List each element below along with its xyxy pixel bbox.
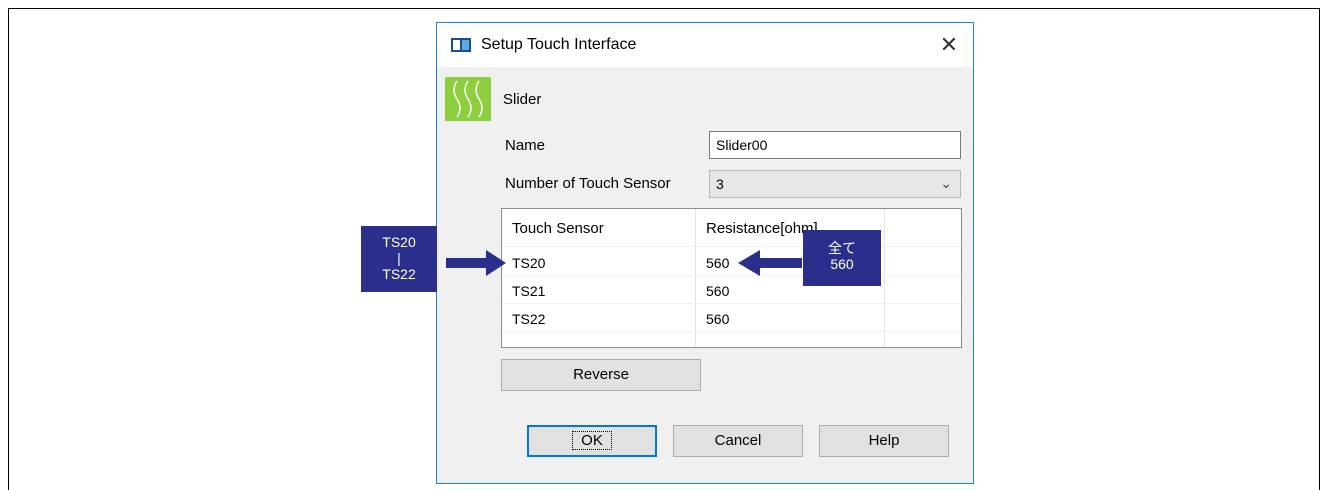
callout-line: TS22 <box>382 266 416 282</box>
right-arrow-icon <box>446 250 506 276</box>
sensor-table: Touch Sensor Resistance[ohm] TS20 560 TS… <box>501 208 962 348</box>
left-arrow-icon <box>738 250 802 276</box>
table-cell-resistance[interactable]: 560 <box>706 255 729 271</box>
help-button[interactable]: Help <box>819 425 949 457</box>
row-divider <box>502 331 961 332</box>
name-label: Name <box>505 137 546 154</box>
table-cell-sensor[interactable]: TS21 <box>512 283 545 299</box>
column-divider <box>695 209 696 347</box>
column-header-sensor[interactable]: Touch Sensor <box>512 220 604 237</box>
app-window-icon <box>451 38 471 52</box>
row-divider <box>502 303 961 304</box>
title-bar: Setup Touch Interface ✕ <box>437 23 973 67</box>
table-cell-sensor[interactable]: TS20 <box>512 255 545 271</box>
table-cell-resistance[interactable]: 560 <box>706 311 729 327</box>
setup-touch-dialog: Setup Touch Interface ✕ Slider Name Numb… <box>436 22 974 484</box>
cancel-button[interactable]: Cancel <box>673 425 803 457</box>
column-header-resistance[interactable]: Resistance[ohm] <box>706 220 818 237</box>
table-cell-sensor[interactable]: TS22 <box>512 311 545 327</box>
chevron-down-icon: ⌄ <box>940 175 952 191</box>
name-input[interactable] <box>709 131 961 159</box>
row-divider <box>502 246 961 247</box>
sensor-count-label: Number of Touch Sensor <box>505 175 671 192</box>
sensor-count-value: 3 <box>716 176 724 192</box>
table-cell-resistance[interactable]: 560 <box>706 283 729 299</box>
close-icon[interactable]: ✕ <box>931 27 967 63</box>
ok-button[interactable]: OK <box>527 425 657 457</box>
sensor-count-select[interactable]: 3 ⌄ <box>709 170 961 198</box>
slider-icon <box>445 77 491 121</box>
dialog-title: Setup Touch Interface <box>481 36 637 53</box>
reverse-button[interactable]: Reverse <box>501 359 701 391</box>
ok-button-label: OK <box>572 431 612 450</box>
value-callout: 全て 560 <box>803 230 881 286</box>
interface-type-label: Slider <box>503 91 542 108</box>
range-callout: TS20 | TS22 <box>361 226 437 292</box>
row-divider <box>502 275 961 276</box>
callout-line: 560 <box>830 256 854 272</box>
callout-line: TS20 <box>382 234 416 250</box>
callout-line: | <box>397 250 401 266</box>
callout-line: 全て <box>828 240 856 256</box>
column-divider <box>884 209 885 347</box>
